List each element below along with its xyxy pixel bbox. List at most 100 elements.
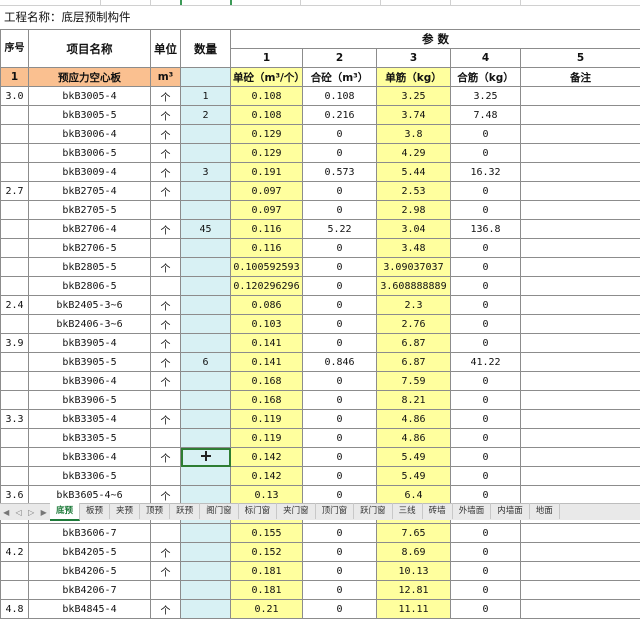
qty-cell[interactable]: 6 bbox=[181, 353, 231, 372]
remark-cell[interactable] bbox=[521, 467, 640, 486]
qty-cell[interactable] bbox=[181, 201, 231, 220]
section-p3[interactable]: 单筋（kg） bbox=[377, 68, 451, 87]
total-concrete-cell[interactable]: 0.108 bbox=[303, 87, 377, 106]
total-concrete-cell[interactable]: 0 bbox=[303, 543, 377, 562]
total-rebar-cell[interactable]: 0 bbox=[451, 486, 521, 505]
sheet-tab[interactable]: 标门窗 bbox=[239, 503, 278, 519]
section-name[interactable]: 预应力空心板 bbox=[29, 68, 151, 87]
total-rebar-cell[interactable]: 0 bbox=[451, 296, 521, 315]
qty-cell[interactable] bbox=[181, 429, 231, 448]
unit-rebar-cell[interactable]: 2.53 bbox=[377, 182, 451, 201]
header-params[interactable]: 参 数 bbox=[231, 30, 640, 49]
sheet-tab[interactable]: 跃预 bbox=[170, 503, 200, 519]
unit-cell[interactable]: 个 bbox=[151, 87, 181, 106]
total-rebar-cell[interactable]: 0 bbox=[451, 277, 521, 296]
unit-cell[interactable]: 个 bbox=[151, 220, 181, 239]
header-col-1[interactable]: 1 bbox=[231, 49, 303, 68]
seq-cell[interactable] bbox=[1, 372, 29, 391]
unit-cell[interactable] bbox=[151, 277, 181, 296]
unit-concrete-cell[interactable]: 0.120296296 bbox=[231, 277, 303, 296]
qty-cell[interactable] bbox=[181, 410, 231, 429]
unit-rebar-cell[interactable]: 3.09037037 bbox=[377, 258, 451, 277]
unit-rebar-cell[interactable]: 8.21 bbox=[377, 391, 451, 410]
total-concrete-cell[interactable]: 0 bbox=[303, 391, 377, 410]
remark-cell[interactable] bbox=[521, 600, 640, 619]
total-rebar-cell[interactable]: 0 bbox=[451, 239, 521, 258]
total-concrete-cell[interactable]: 0 bbox=[303, 239, 377, 258]
remark-cell[interactable] bbox=[521, 562, 640, 581]
unit-cell[interactable]: 个 bbox=[151, 296, 181, 315]
unit-rebar-cell[interactable]: 3.04 bbox=[377, 220, 451, 239]
total-concrete-cell[interactable]: 0 bbox=[303, 372, 377, 391]
remark-cell[interactable] bbox=[521, 353, 640, 372]
sheet-tab[interactable]: 底预 bbox=[50, 503, 80, 521]
total-rebar-cell[interactable]: 0 bbox=[451, 144, 521, 163]
seq-cell[interactable]: 4.2 bbox=[1, 543, 29, 562]
remark-cell[interactable] bbox=[521, 334, 640, 353]
remark-cell[interactable] bbox=[521, 87, 640, 106]
unit-cell[interactable] bbox=[151, 429, 181, 448]
item-name-cell[interactable]: bkB3605-4~6 bbox=[29, 486, 151, 505]
seq-cell[interactable]: 2.4 bbox=[1, 296, 29, 315]
unit-rebar-cell[interactable]: 8.69 bbox=[377, 543, 451, 562]
sheet-tab[interactable]: 夹门窗 bbox=[277, 503, 316, 519]
total-rebar-cell[interactable]: 0 bbox=[451, 315, 521, 334]
sheet-tab[interactable]: 三线 bbox=[393, 503, 423, 519]
total-concrete-cell[interactable]: 0 bbox=[303, 524, 377, 543]
total-concrete-cell[interactable]: 0 bbox=[303, 562, 377, 581]
item-name-cell[interactable]: bkB3905-5 bbox=[29, 353, 151, 372]
item-name-cell[interactable]: bkB3606-7 bbox=[29, 524, 151, 543]
unit-concrete-cell[interactable]: 0.141 bbox=[231, 334, 303, 353]
prev-sheet-icon[interactable]: ◁ bbox=[16, 508, 22, 517]
item-name-cell[interactable]: bkB2406-3~6 bbox=[29, 315, 151, 334]
qty-cell[interactable] bbox=[181, 315, 231, 334]
unit-concrete-cell[interactable]: 0.181 bbox=[231, 562, 303, 581]
unit-concrete-cell[interactable]: 0.168 bbox=[231, 372, 303, 391]
item-name-cell[interactable]: bkB3305-5 bbox=[29, 429, 151, 448]
unit-cell[interactable]: 个 bbox=[151, 144, 181, 163]
remark-cell[interactable] bbox=[521, 163, 640, 182]
total-rebar-cell[interactable]: 0 bbox=[451, 201, 521, 220]
seq-cell[interactable]: 2.7 bbox=[1, 182, 29, 201]
total-rebar-cell[interactable]: 7.48 bbox=[451, 106, 521, 125]
unit-rebar-cell[interactable]: 4.29 bbox=[377, 144, 451, 163]
remark-cell[interactable] bbox=[521, 391, 640, 410]
total-concrete-cell[interactable]: 0 bbox=[303, 258, 377, 277]
remark-cell[interactable] bbox=[521, 182, 640, 201]
remark-cell[interactable] bbox=[521, 144, 640, 163]
header-col-4[interactable]: 4 bbox=[451, 49, 521, 68]
total-rebar-cell[interactable]: 0 bbox=[451, 182, 521, 201]
total-concrete-cell[interactable]: 0 bbox=[303, 600, 377, 619]
seq-cell[interactable]: 3.0 bbox=[1, 87, 29, 106]
unit-rebar-cell[interactable]: 3.74 bbox=[377, 106, 451, 125]
unit-cell[interactable]: 个 bbox=[151, 125, 181, 144]
total-concrete-cell[interactable]: 0 bbox=[303, 277, 377, 296]
unit-cell[interactable]: 个 bbox=[151, 182, 181, 201]
header-seq[interactable]: 序号 bbox=[1, 30, 29, 68]
unit-cell[interactable]: 个 bbox=[151, 562, 181, 581]
unit-concrete-cell[interactable]: 0.103 bbox=[231, 315, 303, 334]
remark-cell[interactable] bbox=[521, 429, 640, 448]
total-concrete-cell[interactable]: 0.573 bbox=[303, 163, 377, 182]
first-sheet-icon[interactable]: ◀ bbox=[3, 508, 9, 517]
unit-cell[interactable] bbox=[151, 581, 181, 600]
total-concrete-cell[interactable]: 0 bbox=[303, 201, 377, 220]
unit-rebar-cell[interactable]: 12.81 bbox=[377, 581, 451, 600]
seq-cell[interactable]: 3.9 bbox=[1, 334, 29, 353]
total-rebar-cell[interactable]: 0 bbox=[451, 524, 521, 543]
item-name-cell[interactable]: bkB3009-4 bbox=[29, 163, 151, 182]
unit-rebar-cell[interactable]: 7.65 bbox=[377, 524, 451, 543]
item-name-cell[interactable]: bkB3005-5 bbox=[29, 106, 151, 125]
qty-cell[interactable] bbox=[181, 562, 231, 581]
item-name-cell[interactable]: bkB3906-4 bbox=[29, 372, 151, 391]
unit-concrete-cell[interactable]: 0.129 bbox=[231, 144, 303, 163]
remark-cell[interactable] bbox=[521, 524, 640, 543]
unit-rebar-cell[interactable]: 2.76 bbox=[377, 315, 451, 334]
seq-cell[interactable] bbox=[1, 106, 29, 125]
qty-cell[interactable] bbox=[181, 144, 231, 163]
item-name-cell[interactable]: bkB3006-5 bbox=[29, 144, 151, 163]
total-rebar-cell[interactable]: 0 bbox=[451, 391, 521, 410]
unit-concrete-cell[interactable]: 0.141 bbox=[231, 353, 303, 372]
qty-cell[interactable] bbox=[181, 448, 231, 467]
seq-cell[interactable] bbox=[1, 220, 29, 239]
